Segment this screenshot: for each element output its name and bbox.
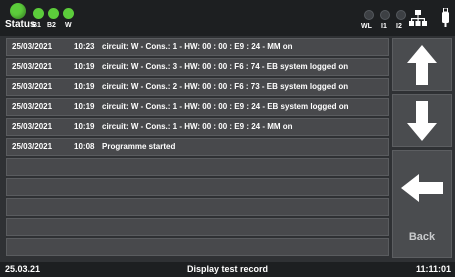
log-text: circuit: W - Cons.: 3 - HW: 00 : 00 : F6… [102, 62, 349, 71]
log-date: 25/03/2021 [12, 42, 53, 51]
w-led-icon [63, 8, 74, 19]
arrow-up-icon [407, 45, 437, 85]
usb-icon [442, 8, 449, 27]
log-row[interactable]: 25/03/2021 10:19 circuit: W - Cons.: 2 - H… [6, 78, 389, 96]
log-row[interactable] [6, 238, 389, 256]
log-date: 25/03/2021 [12, 122, 53, 131]
circuit-leds: B1 B2 W [31, 8, 83, 34]
i2-label: I2 [396, 23, 402, 30]
log-row[interactable] [6, 218, 389, 236]
log-row[interactable]: 25/03/2021 10:19 circuit: W - Cons.: 1 - H… [6, 118, 389, 136]
log-row[interactable] [6, 158, 389, 176]
arrow-down-icon [407, 101, 437, 141]
page-title: Display test record [186, 264, 269, 274]
b1-label: B1 [32, 22, 41, 29]
log-time: 10:19 [74, 62, 95, 71]
status-bar: Status B1 B2 W WL I1 I2 [0, 0, 455, 36]
log-time: 10:19 [74, 82, 95, 91]
log-row[interactable]: 25/03/2021 10:19 circuit: W - Cons.: 1 - H… [6, 98, 389, 116]
input-leds: WL I1 I2 [360, 6, 410, 34]
wl-label: WL [361, 23, 372, 30]
bottom-bar: Display test record 25.03.21 11:11:01 [0, 262, 455, 277]
log-text: circuit: W - Cons.: 1 - HW: 00 : 00 : E9… [102, 122, 293, 131]
wl-led-icon [364, 10, 374, 20]
log-date: 25/03/2021 [12, 142, 53, 151]
log-date: 25/03/2021 [12, 82, 53, 91]
arrow-left-icon [401, 174, 443, 202]
log-text: circuit: W - Cons.: 1 - HW: 00 : 00 : E9… [102, 42, 293, 51]
log-row[interactable]: 25/03/2021 10:19 circuit: W - Cons.: 3 - H… [6, 58, 389, 76]
back-button[interactable]: Back [392, 150, 452, 258]
i2-led-icon [396, 10, 406, 20]
log-text: circuit: W - Cons.: 1 - HW: 00 : 00 : E9… [102, 102, 349, 111]
log-text: Programme started [102, 142, 176, 151]
log-time: 10:19 [74, 122, 95, 131]
log-row[interactable] [6, 198, 389, 216]
network-icon [409, 10, 427, 26]
log-list[interactable]: 25/03/2021 10:23 circuit: W - Cons.: 1 - H… [6, 36, 389, 258]
log-time: 10:08 [74, 142, 95, 151]
i1-led-icon [380, 10, 390, 20]
log-row[interactable] [6, 178, 389, 196]
scroll-up-button[interactable] [392, 38, 452, 91]
log-row[interactable]: 25/03/2021 10:23 circuit: W - Cons.: 1 - H… [6, 38, 389, 56]
log-date: 25/03/2021 [12, 102, 53, 111]
i1-label: I1 [381, 23, 387, 30]
b2-label: B2 [47, 22, 56, 29]
log-date: 25/03/2021 [12, 62, 53, 71]
back-label: Back [408, 231, 436, 243]
w-label: W [65, 22, 72, 29]
clock-readout: 11:11:01 [415, 264, 451, 274]
b2-led-icon [48, 8, 59, 19]
log-time: 10:23 [74, 42, 95, 51]
status-led-icon [10, 3, 26, 19]
b1-led-icon [33, 8, 44, 19]
log-display-screen: Status B1 B2 W WL I1 I2 25/03/2021 10:23… [0, 0, 455, 277]
scroll-down-button[interactable] [392, 94, 452, 147]
log-text: circuit: W - Cons.: 2 - HW: 00 : 00 : F6… [102, 82, 349, 91]
log-time: 10:19 [74, 102, 95, 111]
date-readout: 25.03.21 [5, 264, 41, 274]
log-row[interactable]: 25/03/2021 10:08 Programme started [6, 138, 389, 156]
